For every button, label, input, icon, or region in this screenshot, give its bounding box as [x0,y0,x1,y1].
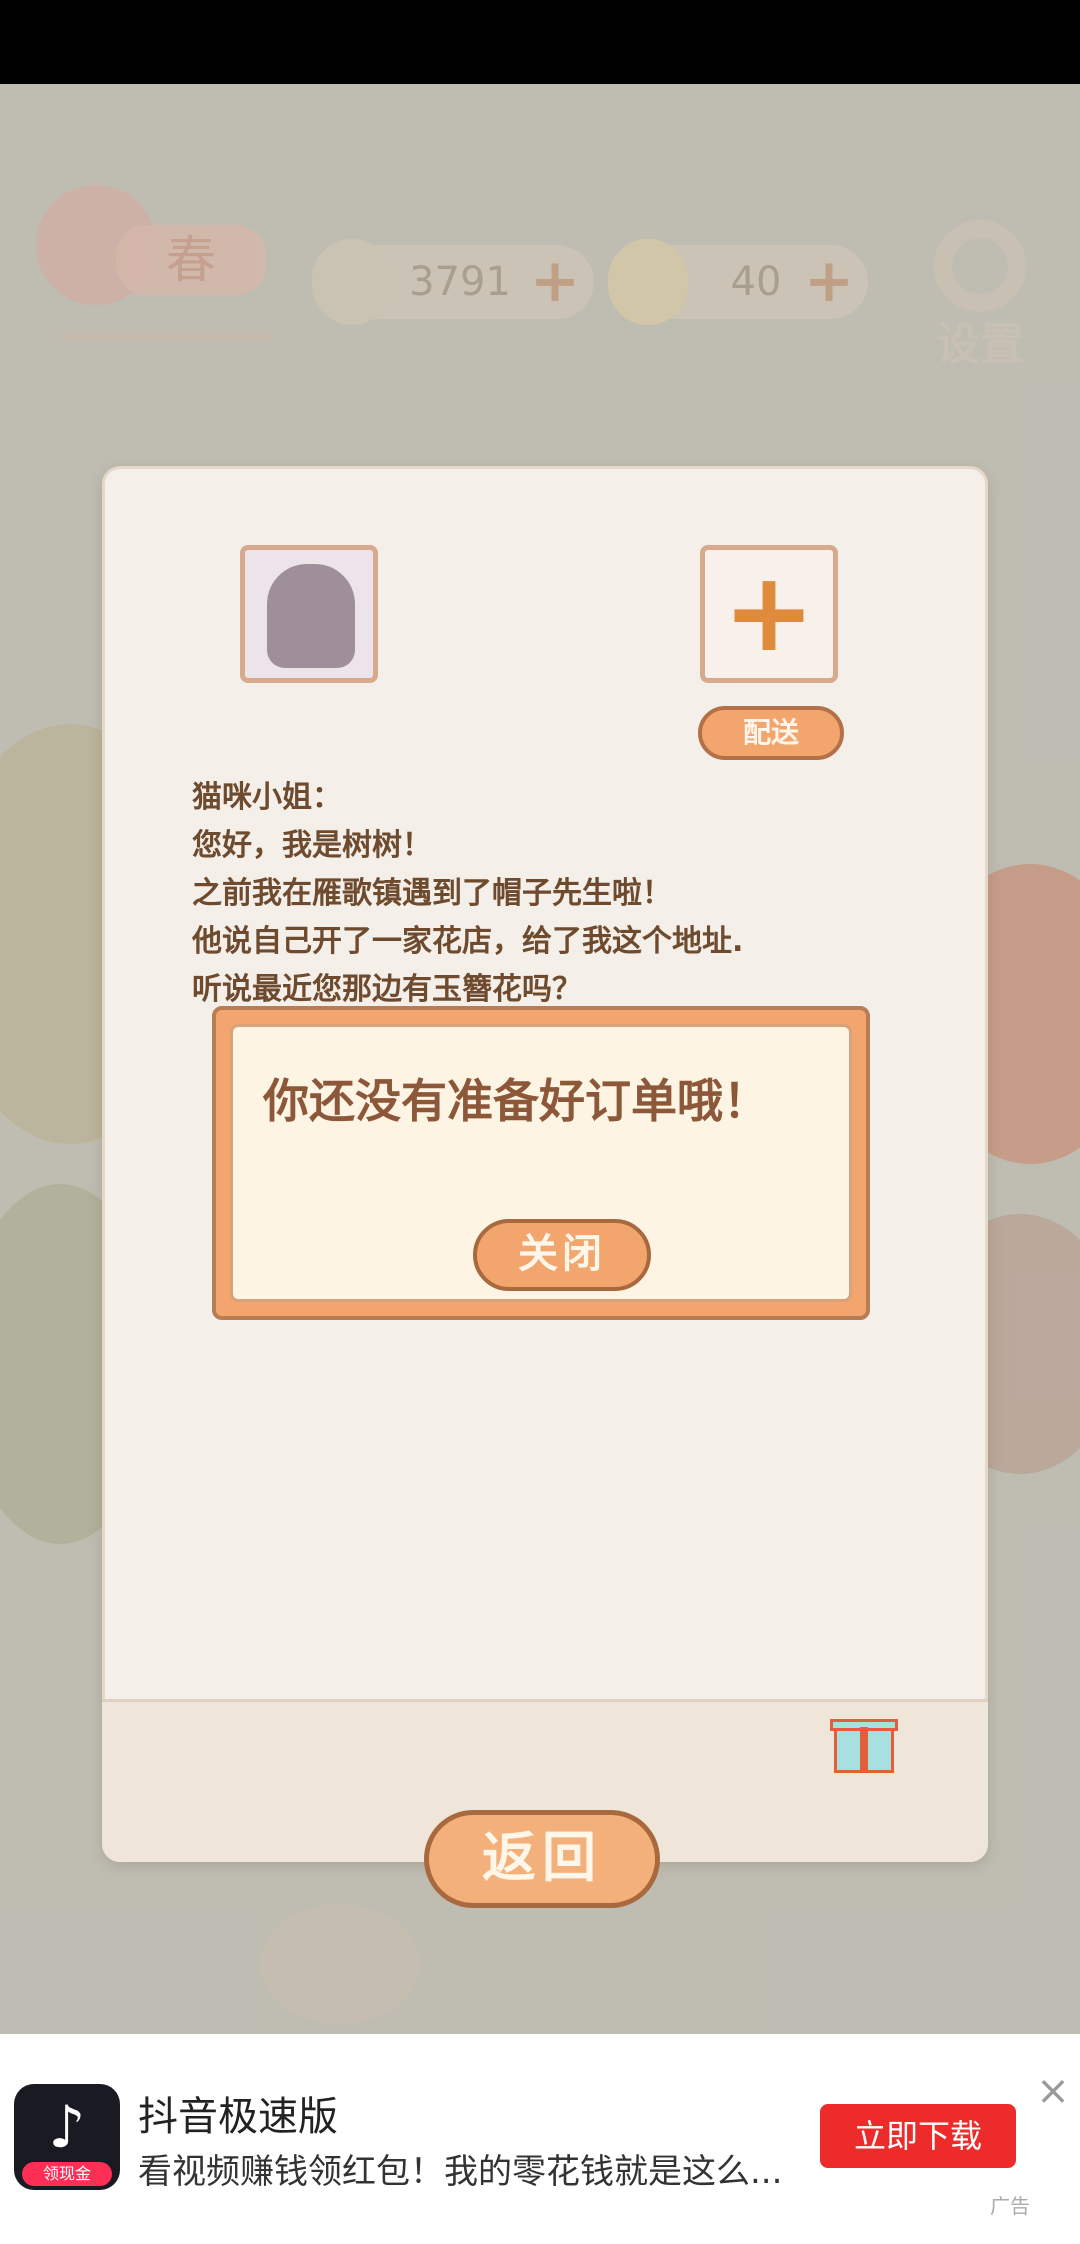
ad-banner[interactable]: ♪ 领现金 抖音极速版 看视频赚钱领红包！我的零花钱就是这么... 立即下载 × [0,2034,1080,2244]
close-button[interactable]: 关闭 [473,1219,651,1291]
alert-dialog-body: 你还没有准备好订单哦！ 关闭 [230,1024,852,1302]
gift-icon[interactable] [830,1705,900,1775]
ad-icon-badge: 领现金 [22,2162,112,2186]
alert-dialog: 你还没有准备好订单哦！ 关闭 [212,1006,870,1320]
add-flower-slot[interactable]: + [700,545,838,683]
plus-icon: + [722,548,816,676]
letter-line: 您好，我是树树！ [192,828,432,863]
letter-body: 猫咪小姐： 您好，我是树树！ 之前我在雁歌镇遇到了帽子先生啦！ 他说自己开了一家… [192,774,892,1014]
character-silhouette-icon [267,564,355,668]
back-button[interactable]: 返回 [424,1810,660,1908]
app-logo-icon[interactable]: ♪ 领现金 [14,2084,120,2190]
status-bar [0,0,1080,84]
letter-line: 之前我在雁歌镇遇到了帽子先生啦！ [192,876,672,911]
close-icon[interactable]: × [1036,2071,1070,2111]
deliver-button[interactable]: 配送 [698,706,844,760]
music-note-icon: ♪ [48,2093,86,2161]
download-button[interactable]: 立即下载 [820,2104,1016,2168]
letter-line: 他说自己开了一家花店，给了我这个地址. [192,924,744,959]
alert-message: 你还没有准备好订单哦！ [263,1074,769,1128]
ad-description[interactable]: 看视频赚钱领红包！我的零花钱就是这么... [138,2144,818,2193]
ad-app-name[interactable]: 抖音极速版 [138,2084,338,2142]
sender-avatar [240,545,378,683]
letter-line: 猫咪小姐： [192,780,342,815]
ad-label: 广告 [990,2194,1030,2218]
